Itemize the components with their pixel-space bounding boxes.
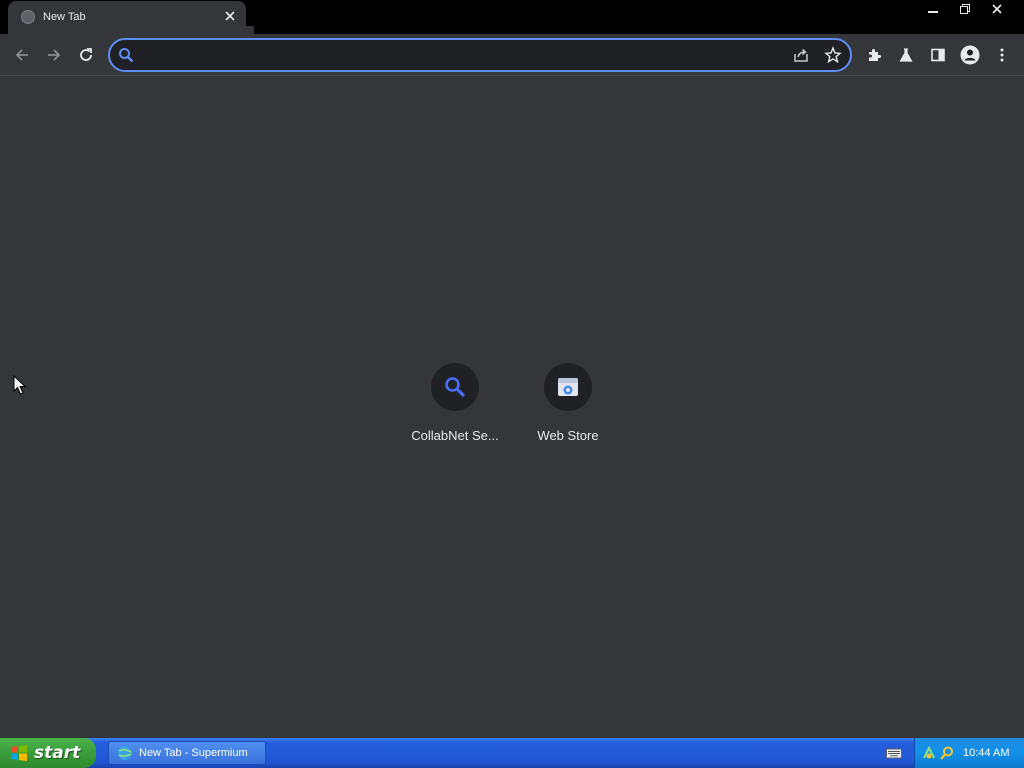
labs-button[interactable]	[894, 43, 918, 67]
tab-strip: New Tab	[0, 0, 1024, 34]
mouse-cursor-icon	[13, 375, 27, 395]
shortcut-tile	[544, 363, 592, 411]
menu-icon	[1000, 48, 1004, 62]
keyboard-icon[interactable]	[886, 746, 902, 760]
shortcut-tile	[431, 363, 479, 411]
reload-button[interactable]	[74, 43, 98, 67]
search-icon	[445, 377, 465, 397]
extensions-icon	[869, 49, 881, 61]
back-button[interactable]	[10, 43, 34, 67]
profile-button[interactable]	[958, 43, 982, 67]
browser-icon	[118, 746, 132, 760]
back-arrow-icon	[15, 49, 28, 61]
shortcut-label: Web Store	[537, 428, 599, 443]
browser-toolbar	[0, 34, 1024, 76]
globe-icon	[21, 10, 35, 24]
taskbar-item-label: New Tab - Supermium	[139, 747, 248, 759]
window-controls	[920, 0, 1024, 18]
minimize-icon	[928, 11, 938, 13]
shortcut-label: CollabNet Se...	[411, 428, 499, 443]
close-window-button[interactable]	[984, 0, 1010, 18]
address-bar[interactable]	[108, 38, 852, 72]
share-icon[interactable]	[792, 46, 810, 64]
close-icon	[225, 11, 235, 21]
side-panel-icon	[931, 48, 945, 62]
address-input[interactable]	[142, 44, 772, 66]
tab-title: New Tab	[43, 11, 86, 23]
reload-icon	[80, 48, 92, 61]
start-label: start	[34, 743, 81, 763]
tab-new-tab[interactable]: New Tab	[8, 1, 254, 34]
restore-button[interactable]	[952, 0, 978, 18]
side-panel-button[interactable]	[926, 43, 950, 67]
taskbar: start New Tab - Supermium 10:44 AM	[0, 738, 1024, 768]
forward-button[interactable]	[42, 43, 66, 67]
restore-icon	[960, 4, 970, 14]
shortcut-web-store[interactable]: Web Store	[512, 363, 624, 453]
tab-close-button[interactable]	[222, 8, 238, 24]
minimize-button[interactable]	[920, 0, 946, 18]
shortcut-collabnet[interactable]: CollabNet Se...	[399, 363, 511, 453]
clock: 10:44 AM	[963, 747, 1010, 759]
web-store-icon	[558, 378, 578, 396]
new-tab-page: CollabNet Se... Web Store	[0, 77, 1024, 738]
start-button[interactable]: start	[0, 738, 96, 768]
bookmark-star-icon[interactable]	[824, 46, 842, 64]
search-icon[interactable]	[939, 745, 955, 761]
search-icon	[119, 48, 134, 63]
profile-icon	[960, 45, 980, 65]
system-tray: 10:44 AM	[914, 738, 1024, 768]
network-icon[interactable]	[921, 745, 937, 761]
windows-logo-icon	[11, 745, 27, 761]
labs-icon	[899, 48, 913, 62]
taskbar-item-browser[interactable]: New Tab - Supermium	[108, 741, 266, 765]
forward-arrow-icon	[48, 49, 61, 61]
menu-button[interactable]	[990, 43, 1014, 67]
close-icon	[992, 4, 1002, 14]
extensions-button[interactable]	[862, 43, 886, 67]
